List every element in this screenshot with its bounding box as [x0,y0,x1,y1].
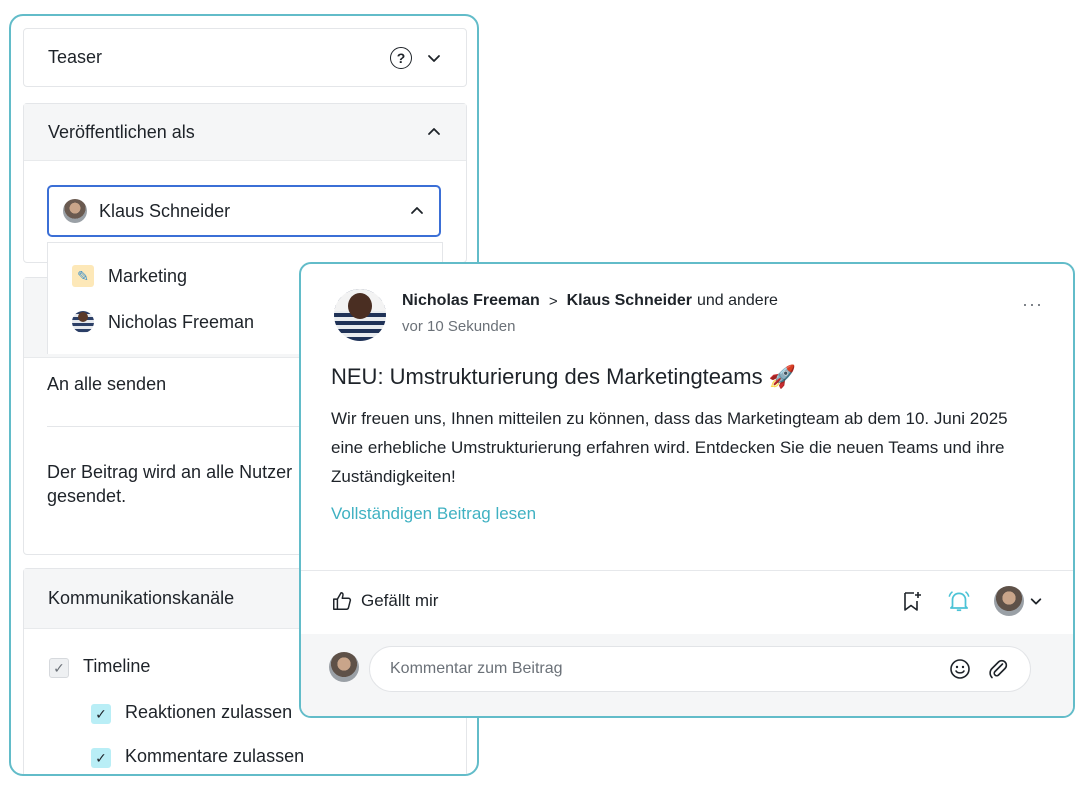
option-label: Nicholas Freeman [108,311,255,332]
channels-label: Kommunikationskanäle [48,588,235,608]
author-name[interactable]: Nicholas Freeman [402,292,540,310]
like-label: Gefällt mir [361,591,439,610]
bell-icon[interactable] [946,588,972,614]
post-actions [878,586,1043,616]
send-all-label: An alle senden [47,374,167,394]
avatar [329,652,359,682]
post-preview-card: Nicholas Freeman > Klaus Schneider und a… [299,262,1075,718]
reactions-label: Reaktionen zulassen [125,702,293,722]
chevron-down-icon [1030,598,1042,605]
avatar [994,586,1024,616]
bookmark-add-icon[interactable] [900,589,924,613]
post-author-line: Nicholas Freeman > Klaus Schneider und a… [402,292,778,310]
target-name[interactable]: Klaus Schneider [567,292,692,310]
like-button[interactable]: Gefällt mir [331,590,438,612]
option-label: Marketing [108,265,188,286]
comments-checkbox[interactable]: ✓ [91,748,111,768]
comment-area: Kommentar zum Beitrag [301,634,1073,716]
comment-placeholder: Kommentar zum Beitrag [390,660,563,677]
send-all-description-line1: Der Beitrag wird an alle Nutzer [47,462,293,482]
thumbs-up-icon [333,592,352,610]
reaction-avatar-menu[interactable] [994,586,1043,616]
chevron-up-icon[interactable] [409,203,425,219]
publish-as-header[interactable]: Veröffentlichen als [24,104,466,161]
marketing-group-icon: ✎ [72,265,94,287]
post-title: NEU: Umstrukturierung des Marketingteams… [331,364,797,389]
author-avatar[interactable] [334,289,386,341]
avatar [63,199,87,223]
comment-input[interactable]: Kommentar zum Beitrag [369,646,1031,692]
reactions-checkbox[interactable]: ✓ [91,704,111,724]
publish-as-selected: Klaus Schneider [99,200,231,221]
help-icon[interactable]: ? [390,46,412,69]
paperclip-icon[interactable] [986,657,1010,681]
timeline-checkbox[interactable]: ✓ [49,658,69,678]
chevron-down-icon[interactable] [426,50,442,66]
emoji-icon[interactable] [948,657,972,681]
and-others[interactable]: und andere [697,292,778,310]
divider [301,570,1073,571]
teaser-label: Teaser [48,47,103,67]
post-body: Wir freuen uns, Ihnen mitteilen zu könne… [331,409,1008,486]
more-icon[interactable]: ··· [1022,294,1043,315]
read-more-link[interactable]: Vollständigen Beitrag lesen [331,504,536,524]
publish-as-label: Veröffentlichen als [48,121,195,142]
chevron-up-icon[interactable] [426,124,442,140]
teaser-section[interactable]: Teaser ? [23,28,467,87]
publish-as-section: Veröffentlichen als [23,103,467,263]
send-all-description-line2: gesendet. [47,486,127,506]
publish-as-select[interactable]: Klaus Schneider [47,185,441,237]
comments-label: Kommentare zulassen [125,746,305,766]
teaser-header[interactable]: Teaser ? [24,29,466,86]
avatar [72,311,94,333]
timeline-label: Timeline [83,656,151,676]
chevron-right-icon: > [548,292,558,310]
post-timestamp: vor 10 Sekunden [402,318,516,335]
